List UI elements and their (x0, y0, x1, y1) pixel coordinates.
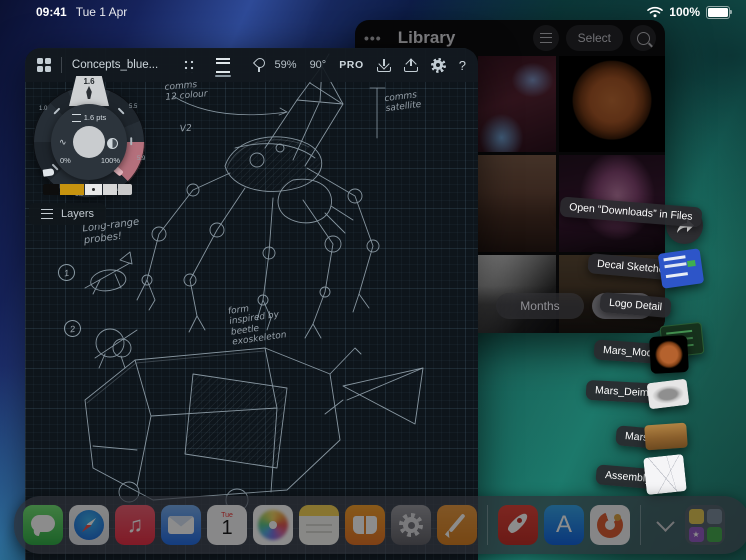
dock-app-mail[interactable] (161, 505, 201, 545)
drag-thumb-mars[interactable] (644, 422, 688, 451)
export-icon[interactable] (403, 58, 418, 72)
app-library-mini-star: ★ (688, 526, 704, 542)
appstore-a-icon: A (555, 511, 572, 538)
dock-app-rocket[interactable] (498, 505, 538, 545)
calendar-day: 1 (221, 517, 233, 539)
pen-mode-icon[interactable] (252, 58, 265, 72)
app-library-mini-green (706, 526, 722, 542)
chevron-down-icon (655, 512, 675, 532)
status-date: Tue 1 Apr (75, 5, 128, 19)
search-button[interactable] (630, 25, 656, 51)
photo-mars-globe[interactable] (559, 56, 665, 152)
concepts-window: comms 12 colour comms satellite V2 Long-… (25, 48, 478, 560)
ipad-screen: 09:41 Tue 1 Apr 100% ••• Library Select (0, 0, 746, 560)
dock-app-settings[interactable] (391, 505, 431, 545)
menu-lines-icon[interactable] (214, 57, 232, 77)
dock-app-messages[interactable] (23, 505, 63, 545)
smoothing-icon: ∿ (59, 137, 67, 147)
dock-app-appstore[interactable]: A (544, 505, 584, 545)
precision-grid-icon[interactable] (182, 57, 196, 73)
active-brush-icon (86, 86, 92, 99)
window-options-icon[interactable]: ••• (364, 30, 382, 46)
settings-gear-icon[interactable] (430, 57, 446, 73)
photo-red-nebula[interactable] (478, 56, 556, 152)
swatch-light-1[interactable] (85, 184, 102, 195)
library-title: Library (397, 28, 456, 47)
ring-size-lower-right: 5.9 (137, 156, 146, 162)
battery-icon (706, 5, 732, 19)
dock-app-sketch-pen[interactable] (437, 505, 477, 545)
document-title[interactable]: Concepts_blue... (72, 59, 158, 71)
swatch-black[interactable] (43, 184, 59, 195)
dock-app-music[interactable]: ♫ (115, 505, 155, 545)
ring-size-right: 5.5 (129, 104, 138, 110)
opacity-icon (107, 138, 118, 149)
tool-airbrush-icon[interactable] (129, 137, 133, 146)
opacity-value: 100% (100, 156, 120, 165)
stroke-width-icon (71, 114, 81, 123)
search-icon (636, 31, 650, 45)
help-button[interactable]: ? (459, 58, 466, 73)
color-palette-bar[interactable] (43, 184, 132, 195)
active-tool-size: 1.6 (83, 77, 95, 86)
zoom-level[interactable]: 59% (275, 59, 297, 71)
app-library-mini-camera (706, 508, 722, 524)
stroke-width-value: 1.6 pts (83, 113, 107, 122)
drag-thumb-mars-deimos[interactable] (646, 378, 690, 410)
import-icon[interactable] (376, 58, 391, 72)
segment-months[interactable]: Months (496, 293, 584, 319)
photo-mars-hills[interactable] (478, 155, 556, 252)
layers-button[interactable]: Layers (29, 203, 107, 225)
dock-app-notes[interactable] (299, 505, 339, 545)
app-library-mini-yellow (688, 508, 704, 524)
dock-app-library[interactable]: ★ (685, 505, 725, 545)
drag-thumb-assembly[interactable] (643, 454, 687, 495)
ring-size-left: 1.0 (39, 106, 48, 112)
list-lines-icon (539, 33, 552, 43)
tool-wheel-center[interactable] (73, 126, 105, 158)
layers-icon (41, 209, 53, 219)
pro-badge[interactable]: PRO (339, 59, 364, 71)
battery-percent: 100% (669, 5, 700, 19)
select-button[interactable]: Select (565, 25, 623, 51)
canvas-note-version: V2 (179, 123, 193, 135)
dock-divider-2 (640, 505, 641, 545)
wifi-icon (647, 6, 664, 18)
canvas-note-colour: comms 12 colour (164, 80, 208, 104)
dock-app-safari[interactable] (69, 505, 109, 545)
view-options-button[interactable] (532, 25, 559, 51)
dock-app-calendar[interactable]: Tue 1 (207, 505, 247, 545)
swatch-gold[interactable] (60, 184, 84, 195)
clock: 09:41 (36, 5, 67, 19)
dock-app-photos[interactable] (253, 505, 293, 545)
projects-grid-icon[interactable] (37, 58, 51, 72)
canvas-note-satellite: comms satellite (383, 90, 422, 115)
status-bar: 09:41 Tue 1 Apr 100% (0, 0, 746, 24)
layers-label: Layers (61, 208, 95, 220)
canvas-note-beetle: form inspired by beetle exoskeleton (227, 304, 288, 348)
dock-app-books[interactable] (345, 505, 385, 545)
music-note-icon: ♫ (126, 512, 144, 537)
swatch-light-3[interactable] (118, 184, 132, 195)
rotation-value[interactable]: 90° (310, 59, 327, 71)
smoothing-value: 0% (60, 156, 71, 165)
dock: ♫ Tue 1 A ★ (14, 496, 746, 554)
drag-thumb-mars-model[interactable] (649, 335, 689, 374)
dock-divider (487, 505, 488, 545)
drag-thumb-decal-sketches[interactable] (657, 248, 705, 289)
tool-wheel[interactable]: 1.0 5.5 5.9 14.5 6.9 1.6 1.6 pts ∿ 0% 10… (31, 76, 147, 200)
gear-icon (399, 513, 423, 537)
swatch-light-2[interactable] (103, 184, 117, 195)
dock-hide-button[interactable] (651, 505, 679, 545)
dock-app-concepts[interactable] (590, 505, 630, 545)
